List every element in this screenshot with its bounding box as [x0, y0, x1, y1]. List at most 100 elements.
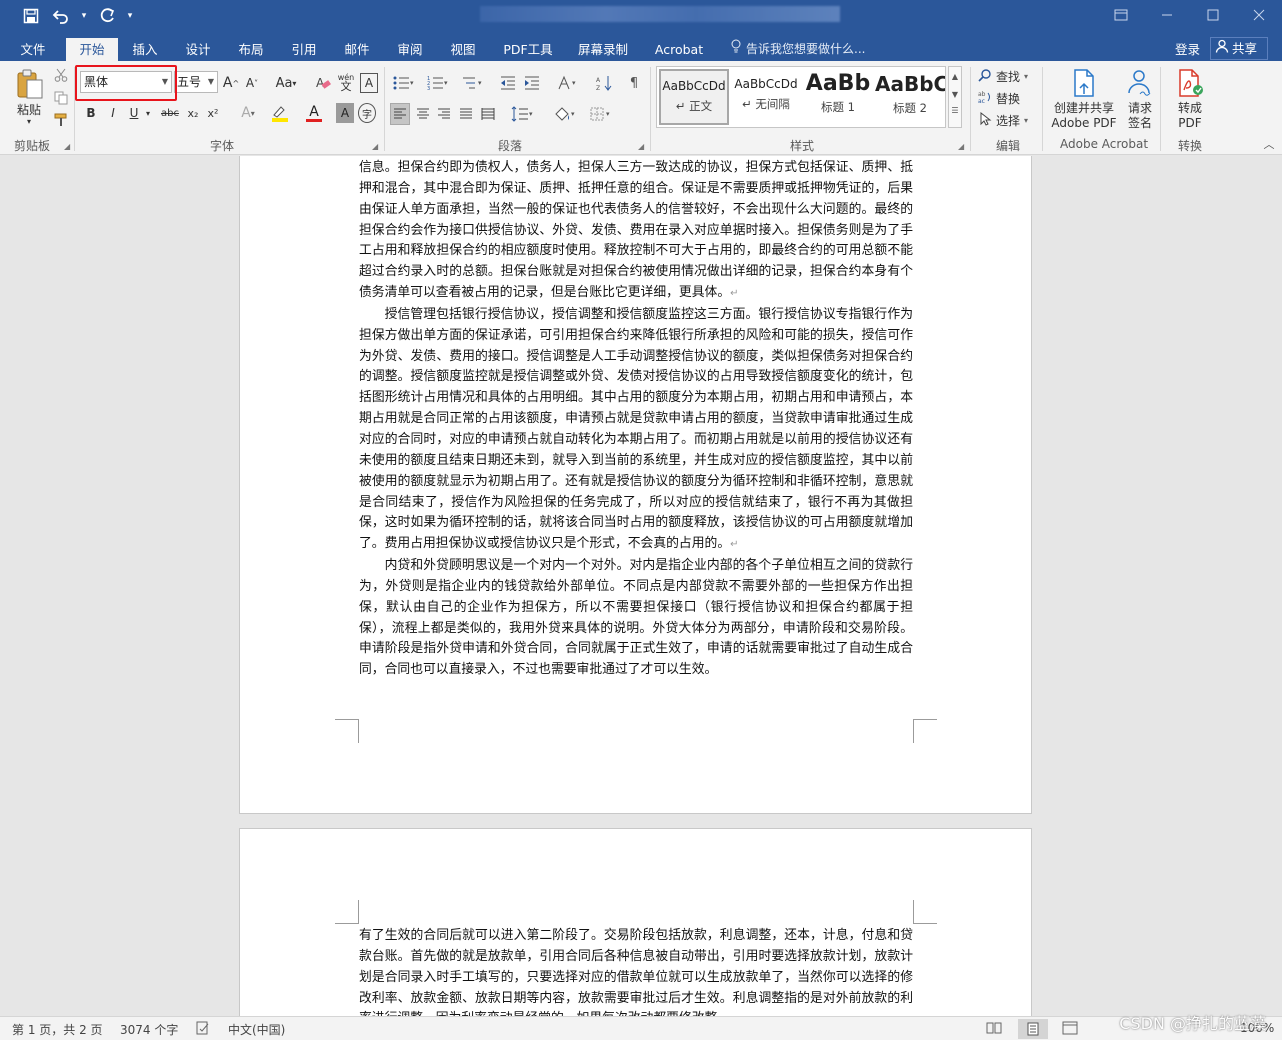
cut-icon[interactable] — [52, 67, 70, 83]
tab-screen-record[interactable]: 屏幕录制 — [572, 38, 634, 61]
page-count[interactable]: 第 1 页，共 2 页 — [12, 1021, 103, 1038]
maximize-icon[interactable] — [1190, 0, 1236, 30]
superscript-button[interactable]: x² — [204, 103, 222, 123]
save-icon[interactable] — [18, 4, 44, 28]
replace-button[interactable]: ab ac 替换 — [978, 89, 1038, 107]
borders-icon[interactable]: ▾ — [586, 103, 616, 125]
create-share-pdf-label[interactable]: 创建并共享 Adobe PDF — [1050, 101, 1118, 131]
style-normal[interactable]: AaBbCcDd ↵ 正文 — [659, 69, 729, 125]
copy-icon[interactable] — [52, 90, 70, 106]
find-button[interactable]: 查找 ▾ — [978, 67, 1038, 85]
sort-icon[interactable]: AZ — [594, 73, 614, 93]
page-2-body[interactable]: 有了生效的合同后就可以进入第二阶段了。交易阶段包括放款，利息调整，还本，计息，付… — [359, 926, 913, 1016]
minimize-icon[interactable] — [1144, 0, 1190, 30]
highlight-color-icon[interactable] — [266, 103, 294, 123]
tab-mailings[interactable]: 邮件 — [336, 38, 378, 61]
page-1-body[interactable]: 信息。担保合约即为债权人，债务人，担保人三方一致达成的协议，担保方式包括保证、质… — [359, 158, 913, 681]
phonetic-guide-icon[interactable]: wén 文 — [336, 71, 356, 93]
clear-formatting-icon[interactable]: A — [314, 73, 332, 93]
line-spacing-icon[interactable]: ▾ — [508, 103, 538, 125]
font-launcher-icon[interactable]: ◢ — [372, 142, 378, 151]
align-center-button[interactable] — [413, 103, 433, 125]
paragraph[interactable]: 内贷和外贷顾明思议是一个对内一个对外。对内是指企业内部的各个子单位相互之间的贷款… — [359, 556, 913, 681]
clipboard-launcher-icon[interactable]: ◢ — [64, 142, 70, 151]
numbering-icon[interactable]: 1 2 3 ▾ — [424, 73, 452, 93]
word-count[interactable]: 3074 个字 — [120, 1021, 178, 1038]
distributed-button[interactable] — [478, 103, 498, 125]
shrink-font-icon[interactable]: A ˅ — [243, 73, 261, 93]
tab-layout[interactable]: 布局 — [230, 38, 272, 61]
tell-me-box[interactable]: 告诉我您想要做什么... — [730, 38, 865, 61]
document-page-1[interactable]: 信息。担保合约即为债权人，债务人，担保人三方一致达成的协议，担保方式包括保证、质… — [239, 156, 1032, 814]
proofing-icon[interactable] — [196, 1021, 210, 1038]
ribbon-display-options-icon[interactable] — [1098, 0, 1144, 30]
collapse-ribbon-icon[interactable]: ︿ — [1262, 137, 1276, 151]
scroll-up-icon[interactable]: ▲ — [949, 67, 961, 87]
paragraph[interactable]: 信息。担保合约即为债权人，债务人，担保人三方一致达成的协议，担保方式包括保证、质… — [359, 158, 913, 305]
increase-indent-icon[interactable] — [522, 73, 542, 93]
text-effects-icon[interactable]: A ▾ — [236, 103, 260, 123]
paragraph[interactable]: 有了生效的合同后就可以进入第二阶段了。交易阶段包括放款，利息调整，还本，计息，付… — [359, 926, 913, 1016]
print-layout-icon[interactable] — [1018, 1019, 1048, 1039]
tab-insert[interactable]: 插入 — [124, 38, 166, 61]
style-heading-2[interactable]: AaBbC 标题 2 — [875, 69, 945, 125]
request-signature-icon[interactable] — [1124, 67, 1156, 99]
decrease-indent-icon[interactable] — [498, 73, 518, 93]
tab-references[interactable]: 引用 — [283, 38, 325, 61]
select-button[interactable]: 选择 ▾ — [978, 111, 1038, 129]
show-formatting-marks-icon[interactable]: ¶ — [626, 73, 642, 93]
tab-design[interactable]: 设计 — [177, 38, 219, 61]
styles-gallery-scroll[interactable]: ▲ ▼ ☰ — [948, 66, 962, 128]
document-area[interactable]: 信息。担保合约即为债权人，债务人，担保人三方一致达成的协议，担保方式包括保证、质… — [0, 156, 1282, 1016]
format-painter-icon[interactable] — [52, 112, 70, 128]
strikethrough-button[interactable]: abc — [158, 103, 182, 123]
convert-to-pdf-icon[interactable] — [1174, 67, 1206, 99]
paste-label[interactable]: 粘贴 — [14, 101, 44, 118]
tab-home[interactable]: 开始 — [66, 38, 118, 61]
share-button[interactable]: 共享 — [1210, 37, 1268, 60]
style-heading-1[interactable]: AaBb 标题 1 — [803, 69, 873, 125]
italic-button[interactable]: I — [105, 103, 121, 123]
paste-dropdown-icon[interactable]: ▾ — [24, 117, 34, 126]
underline-button[interactable]: U — [126, 103, 142, 123]
document-page-2[interactable]: 有了生效的合同后就可以进入第二阶段了。交易阶段包括放款，利息调整，还本，计息，付… — [239, 828, 1032, 1016]
customize-qat-icon[interactable]: ▾ — [124, 4, 136, 28]
convert-to-pdf-label[interactable]: 转成 PDF — [1170, 101, 1210, 131]
tab-file[interactable]: 文件 — [12, 38, 54, 61]
tab-pdf-tools[interactable]: PDF工具 — [498, 38, 558, 61]
underline-dropdown-icon[interactable]: ▾ — [143, 103, 153, 123]
style-no-spacing[interactable]: AaBbCcDd ↵ 无间隔 — [731, 69, 801, 125]
paragraph-launcher-icon[interactable]: ◢ — [638, 142, 644, 151]
paragraph[interactable]: 授信管理包括银行授信协议，授信调整和授信额度监控这三方面。银行授信协议专指银行作… — [359, 305, 913, 556]
font-color-icon[interactable]: A — [300, 103, 328, 123]
chevron-down-icon[interactable]: ▼ — [208, 72, 214, 92]
scroll-down-icon[interactable]: ▼ — [949, 87, 961, 103]
close-icon[interactable] — [1236, 0, 1282, 30]
chinese-layout-icon[interactable]: ▾ — [554, 73, 582, 93]
undo-dropdown-icon[interactable]: ▾ — [78, 4, 90, 28]
undo-icon[interactable] — [48, 4, 74, 28]
read-mode-icon[interactable] — [986, 1021, 1002, 1038]
justify-button[interactable] — [456, 103, 476, 125]
paste-icon[interactable] — [14, 67, 46, 101]
tab-acrobat[interactable]: Acrobat — [650, 38, 708, 61]
subscript-button[interactable]: x₂ — [184, 103, 202, 123]
redo-icon[interactable] — [94, 4, 120, 28]
align-left-button[interactable] — [390, 103, 410, 125]
enclose-characters-icon[interactable]: 字 — [358, 103, 376, 123]
font-size-combobox[interactable]: 五号 ▼ — [174, 71, 218, 93]
multilevel-list-icon[interactable]: ▾ — [458, 73, 486, 93]
change-case-icon[interactable]: Aa ▾ — [272, 73, 300, 93]
bold-button[interactable]: B — [83, 103, 99, 123]
shading-icon[interactable]: ▾ — [550, 103, 580, 125]
login-link[interactable]: 登录 — [1175, 38, 1200, 61]
align-right-button[interactable] — [434, 103, 454, 125]
tab-review[interactable]: 审阅 — [389, 38, 431, 61]
tab-view[interactable]: 视图 — [442, 38, 484, 61]
bullets-icon[interactable]: ▾ — [390, 73, 418, 93]
web-layout-icon[interactable] — [1062, 1021, 1078, 1038]
expand-gallery-icon[interactable]: ☰ — [949, 103, 961, 119]
request-signature-label[interactable]: 请求 签名 — [1118, 101, 1162, 131]
grow-font-icon[interactable]: A ^ — [222, 73, 240, 93]
character-border-icon[interactable]: A — [360, 73, 378, 93]
